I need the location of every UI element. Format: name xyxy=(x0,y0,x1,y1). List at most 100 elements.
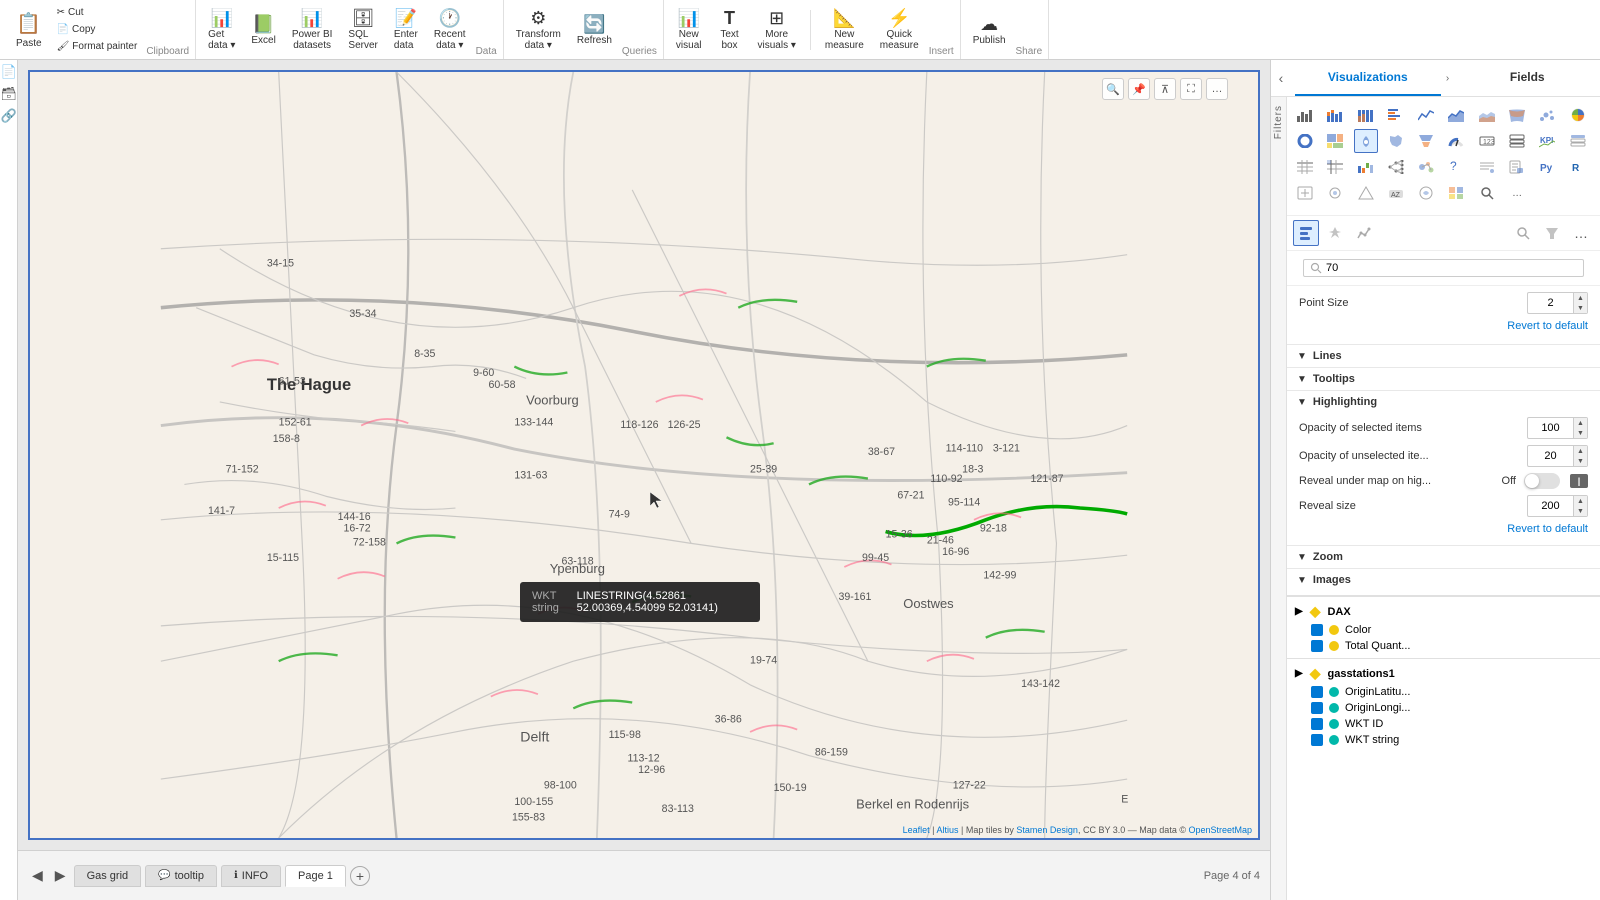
excel-button[interactable]: 📗 Excel xyxy=(245,4,281,56)
viz-python[interactable]: Py xyxy=(1535,155,1559,179)
tab-fields[interactable]: Fields xyxy=(1455,60,1600,96)
viz-multi-row-card[interactable] xyxy=(1505,129,1529,153)
format-build-icon[interactable] xyxy=(1322,220,1348,246)
point-size-up[interactable]: ▲ xyxy=(1573,293,1587,303)
sidebar-report-icon[interactable]: 📄 xyxy=(1,64,17,80)
opacity-sel-down[interactable]: ▼ xyxy=(1573,428,1587,438)
viz-search[interactable] xyxy=(1475,181,1499,205)
viz-donut[interactable] xyxy=(1293,129,1317,153)
gas-wktstring-item[interactable]: WKT string xyxy=(1295,732,1592,748)
map-focus-icon[interactable]: ⛶ xyxy=(1180,78,1202,100)
text-box-button[interactable]: T Textbox xyxy=(712,4,748,56)
dax-total-item[interactable]: Total Quant... xyxy=(1295,638,1592,654)
viz-smart-narrative[interactable] xyxy=(1475,155,1499,179)
new-measure-button[interactable]: 📐 Newmeasure xyxy=(819,4,870,56)
viz-slicer[interactable] xyxy=(1566,129,1590,153)
viz-card[interactable]: 123 xyxy=(1475,129,1499,153)
opacity-unsel-down[interactable]: ▼ xyxy=(1573,456,1587,466)
gas-originlat-checkbox[interactable] xyxy=(1311,686,1323,698)
more-fields-icon[interactable]: … xyxy=(1568,220,1594,246)
map-more-icon[interactable]: … xyxy=(1206,78,1228,100)
point-size-down[interactable]: ▼ xyxy=(1573,303,1587,313)
tab-add-button[interactable]: + xyxy=(350,866,370,886)
analytics-build-icon[interactable] xyxy=(1351,220,1377,246)
paste-button[interactable]: 📋 Paste xyxy=(10,4,48,56)
viz-custom5[interactable] xyxy=(1414,181,1438,205)
tab-visualizations[interactable]: Visualizations xyxy=(1295,60,1441,96)
revert-default-link2[interactable]: Revert to default xyxy=(1299,523,1588,535)
dax-header[interactable]: ▶ ◆ DAX xyxy=(1295,601,1592,622)
panel-collapse-button[interactable]: ‹ xyxy=(1271,68,1291,88)
fields-build-icon[interactable] xyxy=(1293,220,1319,246)
highlighting-section-header[interactable]: ▼ Highlighting xyxy=(1287,390,1600,413)
viz-custom6[interactable] xyxy=(1444,181,1468,205)
viz-custom8[interactable]: … xyxy=(1505,181,1529,205)
refresh-button[interactable]: 🔄 Refresh xyxy=(571,4,618,56)
lines-section-header[interactable]: ▼ Lines xyxy=(1287,344,1600,367)
point-size-field[interactable] xyxy=(1528,295,1573,311)
viz-gauge[interactable] xyxy=(1444,129,1468,153)
sql-server-button[interactable]: 🗄 SQLServer xyxy=(342,4,383,56)
viz-custom1[interactable] xyxy=(1293,181,1317,205)
get-data-button[interactable]: 📊 Getdata ▾ xyxy=(202,4,241,56)
map-container[interactable]: 🔍 📌 ⊼ ⛶ … xyxy=(30,72,1258,838)
fields-search-box[interactable] xyxy=(1303,259,1584,277)
publish-button[interactable]: ☁ Publish xyxy=(967,4,1012,56)
transform-data-button[interactable]: ⚙ Transformdata ▾ xyxy=(510,4,567,56)
viz-line-chart[interactable] xyxy=(1414,103,1438,127)
filters-label[interactable]: Filters xyxy=(1273,105,1284,139)
viz-funnel[interactable] xyxy=(1414,129,1438,153)
more-visuals-button[interactable]: ⊞ Morevisuals ▾ xyxy=(752,4,802,56)
viz-ribbon[interactable] xyxy=(1505,103,1529,127)
viz-kpi[interactable]: KPI xyxy=(1535,129,1559,153)
viz-100-bar[interactable] xyxy=(1354,103,1378,127)
gas-originlon-checkbox[interactable] xyxy=(1311,702,1323,714)
fields-search-input[interactable] xyxy=(1326,262,1506,274)
viz-scatter[interactable] xyxy=(1535,103,1559,127)
viz-stacked-bar[interactable] xyxy=(1323,103,1347,127)
map-zoom-icon[interactable]: 🔍 xyxy=(1102,78,1124,100)
viz-filled-map[interactable] xyxy=(1384,129,1408,153)
viz-table[interactable] xyxy=(1293,155,1317,179)
reveal-map-toggle[interactable] xyxy=(1524,473,1560,489)
new-visual-button[interactable]: 📊 Newvisual xyxy=(670,4,708,56)
enter-data-button[interactable]: 📝 Enterdata xyxy=(388,4,424,56)
revert-default-link[interactable]: Revert to default xyxy=(1299,320,1588,332)
sidebar-model-icon[interactable]: 🔗 xyxy=(1,108,17,124)
viz-treemap[interactable] xyxy=(1323,129,1347,153)
gas-wktid-item[interactable]: WKT ID xyxy=(1295,716,1592,732)
power-bi-datasets-button[interactable]: 📊 Power BIdatasets xyxy=(286,4,339,56)
viz-clustered-bar-horiz[interactable] xyxy=(1384,103,1408,127)
viz-custom3[interactable] xyxy=(1354,181,1378,205)
opacity-sel-up[interactable]: ▲ xyxy=(1573,418,1587,428)
viz-waterfall[interactable] xyxy=(1354,155,1378,179)
viz-paginated[interactable] xyxy=(1505,155,1529,179)
reveal-size-up[interactable]: ▲ xyxy=(1573,496,1587,506)
tooltips-section-header[interactable]: ▼ Tooltips xyxy=(1287,367,1600,390)
viz-bar-chart[interactable] xyxy=(1293,103,1317,127)
viz-qa[interactable]: ? xyxy=(1444,155,1468,179)
search-fields-icon[interactable] xyxy=(1510,220,1536,246)
recent-data-button[interactable]: 🕐 Recentdata ▾ xyxy=(428,4,472,56)
panel-expand-icon[interactable]: › xyxy=(1441,71,1455,85)
opacity-selected-field[interactable] xyxy=(1528,420,1573,436)
opacity-unselected-field[interactable] xyxy=(1528,448,1573,464)
viz-r[interactable]: R xyxy=(1566,155,1590,179)
dax-total-checkbox[interactable] xyxy=(1311,640,1323,652)
sidebar-data-icon[interactable]: 🗃 xyxy=(1,86,17,102)
map-pin-icon[interactable]: 📌 xyxy=(1128,78,1150,100)
opacity-unsel-up[interactable]: ▲ xyxy=(1573,446,1587,456)
viz-custom2[interactable] xyxy=(1323,181,1347,205)
reveal-size-field[interactable] xyxy=(1528,498,1573,514)
map-filter-icon[interactable]: ⊼ xyxy=(1154,78,1176,100)
images-section-header[interactable]: ▼ Images xyxy=(1287,568,1600,591)
gasstations-header[interactable]: ▶ ◆ gasstations1 xyxy=(1295,663,1592,684)
dax-color-item[interactable]: Color xyxy=(1295,622,1592,638)
gas-originlon-item[interactable]: OriginLongi... xyxy=(1295,700,1592,716)
reveal-size-down[interactable]: ▼ xyxy=(1573,506,1587,516)
viz-matrix[interactable] xyxy=(1323,155,1347,179)
gas-originlat-item[interactable]: OriginLatitu... xyxy=(1295,684,1592,700)
tab-nav-right[interactable]: ▶ xyxy=(51,865,70,886)
filter-fields-icon[interactable] xyxy=(1539,220,1565,246)
tab-gas-grid[interactable]: Gas grid xyxy=(74,865,142,887)
